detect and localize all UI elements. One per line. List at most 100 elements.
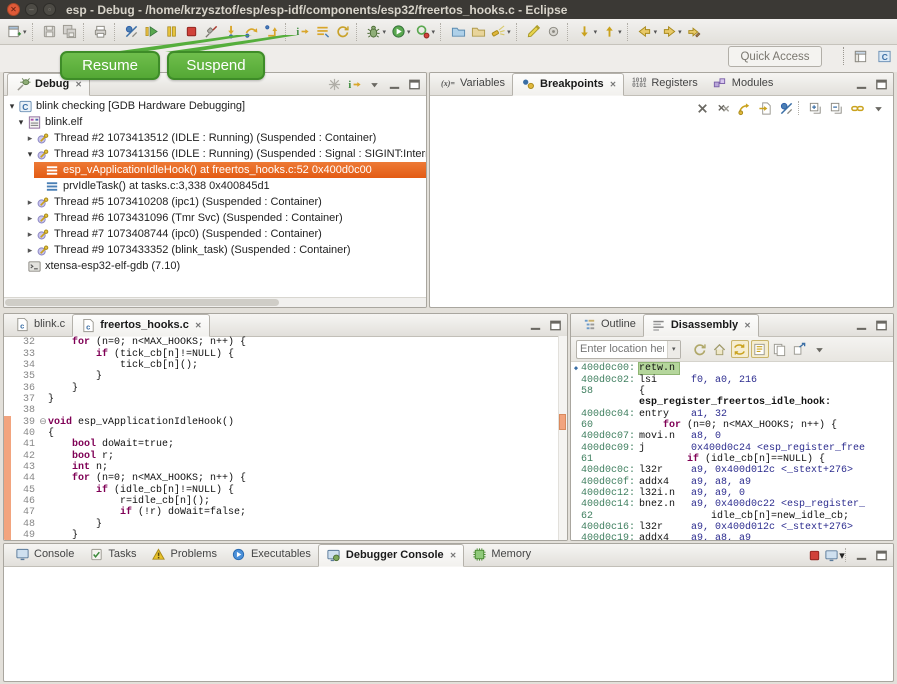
export-button[interactable]	[791, 340, 809, 358]
toolbar-button[interactable]: ▾	[516, 23, 521, 41]
dropdown-arrow-icon[interactable]: ▾	[507, 28, 511, 36]
maximize-button[interactable]	[872, 75, 890, 93]
tab-debugger-console[interactable]: Debugger Console ✕	[318, 544, 465, 567]
window-maximize-button[interactable]: ▫	[43, 3, 56, 16]
tab-problems[interactable]: Problems ✕	[143, 544, 223, 565]
last-edit-location-button[interactable]: ▾	[684, 21, 704, 42]
tree-row[interactable]: ▸ Thread #9 1073433352 (blink_task) (Sus…	[4, 242, 426, 258]
group-by-button[interactable]	[848, 99, 866, 117]
minimize-button[interactable]	[852, 75, 870, 93]
window-minimize-button[interactable]: –	[25, 3, 38, 16]
terminate-button[interactable]: ▾	[805, 546, 823, 564]
console-toolbar-button[interactable]: ▾	[845, 548, 850, 562]
code-line[interactable]: 40 ⊖ {	[4, 428, 567, 439]
annotation-button[interactable]: ▾	[544, 21, 564, 42]
tree-row[interactable]: ▸ Thread #2 1073413512 (IDLE : Running) …	[4, 130, 426, 146]
cpp-perspective-button[interactable]: C	[873, 45, 895, 67]
breakpoints-toolbar-button[interactable]	[798, 101, 803, 115]
collapse-all-button[interactable]	[827, 99, 845, 117]
close-tab-icon[interactable]: ✕	[75, 80, 82, 89]
dropdown-arrow-icon[interactable]: ▾	[594, 28, 598, 36]
fold-marker-icon[interactable]: ⊖	[38, 416, 48, 427]
use-step-filters-button[interactable]: ▾	[313, 21, 333, 42]
dropdown-arrow-icon[interactable]: ▾	[678, 28, 682, 36]
new-button[interactable]: ▾	[4, 21, 29, 42]
minimize-button[interactable]	[852, 316, 870, 334]
show-source-button[interactable]	[751, 340, 769, 358]
open-console-button[interactable]: ▾	[448, 21, 468, 42]
remove-all-breakpoints-button[interactable]	[714, 99, 732, 117]
horizontal-scrollbar[interactable]	[4, 297, 426, 307]
tree-row[interactable]: esp_vApplicationIdleHook() at freertos_h…	[4, 162, 426, 178]
tree-row[interactable]: ▸ Thread #6 1073431096 (Tmr Svc) (Suspen…	[4, 210, 426, 226]
code-line[interactable]: 38 ⊖	[4, 405, 567, 416]
refresh-view-button[interactable]	[691, 340, 709, 358]
maximize-button[interactable]	[872, 316, 890, 334]
window-close-button[interactable]: ✕	[7, 3, 20, 16]
toolbar-button[interactable]: ▾	[32, 23, 37, 41]
tree-row[interactable]: ▾ blink.elf	[4, 114, 426, 130]
code-line[interactable]: 42 ⊖ bool r;	[4, 450, 567, 461]
tab-outline[interactable]: Outline ✕	[574, 314, 643, 335]
view-menu-button[interactable]	[811, 340, 829, 358]
close-tab-icon[interactable]: ✕	[610, 80, 617, 89]
code-line[interactable]: 37 ⊖ }	[4, 394, 567, 405]
code-line[interactable]: 44 ⊖ for (n=0; n<MAX_HOOKS; n++) {	[4, 473, 567, 484]
tab-console[interactable]: Console ✕	[7, 544, 81, 565]
open-perspective-button[interactable]	[849, 45, 871, 67]
dropdown-arrow-icon[interactable]: ▾	[23, 28, 27, 36]
minimize-button[interactable]	[385, 75, 403, 93]
resume-button[interactable]: ▾	[142, 21, 162, 42]
save-all-button[interactable]: ▾	[60, 21, 80, 42]
minimize-button[interactable]	[526, 316, 544, 334]
tab-modules[interactable]: Modules ✕	[705, 73, 781, 94]
tab-memory[interactable]: Memory ✕	[464, 544, 538, 565]
search-button[interactable]: ▾	[488, 21, 513, 42]
toggle-mark-occurrences-button[interactable]: ▾	[524, 21, 544, 42]
tab-breakpoints[interactable]: Breakpoints ✕	[512, 73, 624, 96]
overview-ruler[interactable]	[558, 336, 567, 540]
close-tab-icon[interactable]: ✕	[744, 321, 751, 330]
tab-disassembly[interactable]: Disassembly ✕	[643, 314, 759, 337]
debug-button[interactable]: ▾	[364, 21, 389, 42]
goto-file-for-breakpoint-button[interactable]	[756, 99, 774, 117]
print-button[interactable]: ▾	[91, 21, 111, 42]
toolbar-button[interactable]: ▾	[83, 23, 88, 41]
tab-registers[interactable]: 10100101 Registers ✕	[624, 73, 704, 94]
close-tab-icon[interactable]: ✕	[195, 321, 202, 330]
profile-button[interactable]: ▾	[413, 21, 438, 42]
show-breakpoints-for-button[interactable]	[735, 99, 753, 117]
toolbar-button[interactable]: ▾	[285, 23, 290, 41]
tree-row[interactable]: xtensa-esp32-elf-gdb (7.10)	[4, 258, 426, 274]
toolbar-button[interactable]: ▾	[627, 23, 632, 41]
next-annotation-button[interactable]: ▾	[575, 21, 600, 42]
code-line[interactable]: 35 ⊖ }	[4, 371, 567, 382]
maximize-button[interactable]	[546, 316, 564, 334]
code-line[interactable]: 32 ⊖ for (n=0; n<MAX_HOOKS; n++) {	[4, 337, 567, 348]
dropdown-arrow-icon[interactable]: ▾	[654, 28, 658, 36]
dropdown-arrow-icon[interactable]: ▾	[407, 28, 411, 36]
location-input[interactable]	[577, 343, 667, 355]
toolbar-button[interactable]: ▾	[567, 23, 572, 41]
code-line[interactable]: 46 ⊖ r=idle_cb[n]();	[4, 496, 567, 507]
minimize-button[interactable]: ▾	[852, 546, 870, 564]
code-line[interactable]: 34 ⊖ tick_cb[n]();	[4, 360, 567, 371]
tree-row[interactable]: ▾ Thread #3 1073413156 (IDLE : Running) …	[4, 146, 426, 162]
code-line[interactable]: 49 ⊖ }	[4, 530, 567, 541]
view-menu-button[interactable]	[869, 99, 887, 117]
dropdown-arrow-icon[interactable]: ▾	[432, 28, 436, 36]
save-button[interactable]: ▾	[40, 21, 60, 42]
remove-all-terminated-button[interactable]	[325, 75, 343, 93]
tab-variables[interactable]: (x)= Variables ✕	[433, 73, 512, 94]
expand-all-button[interactable]	[806, 99, 824, 117]
toolbar-button[interactable]: ▾	[114, 23, 119, 41]
remove-breakpoint-button[interactable]	[693, 99, 711, 117]
back-button[interactable]: ▾	[635, 21, 660, 42]
instruction-stepping-button[interactable]: i ▾	[293, 21, 313, 42]
skip-all-breakpoints-button[interactable]: ▾	[122, 21, 142, 42]
tab-tasks[interactable]: Tasks ✕	[81, 544, 143, 565]
dropdown-arrow-icon[interactable]: ▾	[383, 28, 387, 36]
tree-row[interactable]: prvIdleTask() at tasks.c:3,338 0x400845d…	[4, 178, 426, 194]
toolbar-button[interactable]: ▾	[440, 23, 445, 41]
forward-button[interactable]: ▾	[659, 21, 684, 42]
